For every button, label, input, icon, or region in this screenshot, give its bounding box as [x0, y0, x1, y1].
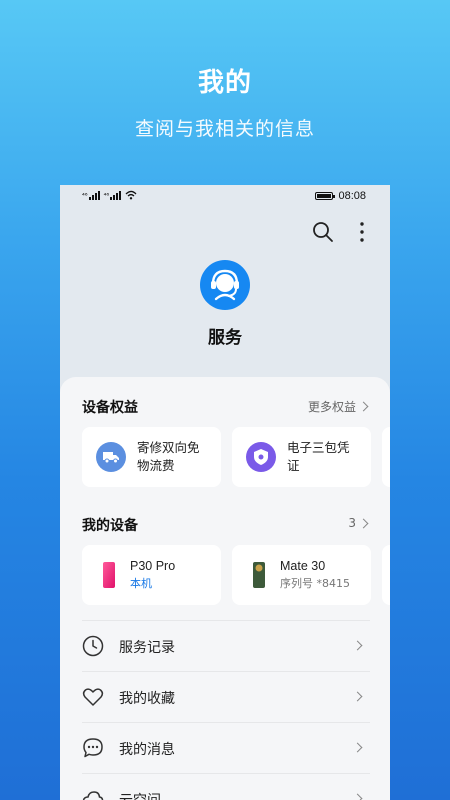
benefits-header: 设备权益 更多权益 — [82, 397, 370, 417]
menu-item-cloud[interactable]: 云空间 — [82, 773, 370, 800]
benefit-card[interactable]: 电子三包凭 证 — [232, 427, 371, 487]
more-icon[interactable] — [357, 221, 367, 243]
benefit-label: 电子三包凭 — [287, 440, 350, 455]
signal-icon: ⁴⁶ — [82, 191, 100, 200]
chevron-right-icon — [352, 793, 363, 800]
wifi-icon — [125, 190, 137, 200]
menu-label: 我的消息 — [119, 742, 175, 758]
chat-icon — [83, 738, 103, 758]
page-subtitle: 查阅与我相关的信息 — [134, 118, 315, 140]
status-time: 08:08 — [338, 190, 366, 202]
heart-icon — [82, 688, 104, 706]
signal-icon: ⁴⁶ — [104, 191, 122, 200]
device-card[interactable] — [382, 545, 390, 605]
benefit-label: 证 — [287, 458, 300, 473]
menu-label: 服务记录 — [119, 640, 175, 656]
menu-item-service-records[interactable]: 服务记录 — [82, 620, 370, 671]
chevron-right-icon — [358, 518, 369, 528]
menu-label: 我的收藏 — [119, 691, 175, 707]
phone-icon — [253, 562, 265, 588]
benefit-label: 物流费 — [137, 458, 175, 473]
menu-item-favorites[interactable]: 我的收藏 — [82, 671, 370, 722]
devices-count-link[interactable]: 3 — [348, 516, 370, 530]
status-bar: ⁴⁶ ⁴⁶ 08:08 — [60, 185, 390, 209]
phone-screen: ⁴⁶ ⁴⁶ 08:08 服务 设备权益 更多权益 寄修双向免 物流费 电子三包凭… — [60, 185, 390, 800]
device-card[interactable]: Mate 30 序列号 *8415 — [232, 545, 371, 605]
menu-label: 云空间 — [119, 790, 161, 800]
headset-icon[interactable] — [200, 260, 250, 310]
clock-icon — [82, 635, 104, 657]
service-label: 服务 — [208, 328, 242, 348]
phone-icon — [103, 562, 115, 588]
chevron-right-icon — [352, 691, 363, 702]
benefit-label: 寄修双向免 — [137, 440, 200, 455]
device-name: P30 Pro — [130, 559, 176, 573]
device-sub: 本机 — [130, 577, 152, 590]
page-title: 我的 — [197, 68, 252, 98]
device-sub: 序列号 *8415 — [280, 577, 350, 590]
more-benefits-link[interactable]: 更多权益 — [308, 398, 370, 415]
benefit-card[interactable] — [382, 427, 390, 487]
chevron-right-icon — [358, 401, 369, 412]
device-name: Mate 30 — [280, 559, 326, 573]
devices-header: 我的设备 3 — [82, 515, 370, 535]
device-card[interactable]: P30 Pro 本机 — [82, 545, 221, 605]
content-sheet: 设备权益 更多权益 寄修双向免 物流费 电子三包凭 证 我的设备 3 P30 P… — [60, 377, 390, 800]
battery-icon — [315, 192, 336, 200]
benefits-title: 设备权益 — [82, 400, 138, 416]
search-icon[interactable] — [312, 221, 334, 243]
chevron-right-icon — [352, 742, 363, 753]
menu-item-messages[interactable]: 我的消息 — [82, 722, 370, 773]
benefit-card[interactable]: 寄修双向免 物流费 — [82, 427, 221, 487]
chevron-right-icon — [352, 640, 363, 651]
devices-title: 我的设备 — [82, 518, 138, 534]
truck-icon — [96, 442, 126, 472]
cloud-icon — [82, 791, 104, 800]
shield-icon — [246, 442, 276, 472]
